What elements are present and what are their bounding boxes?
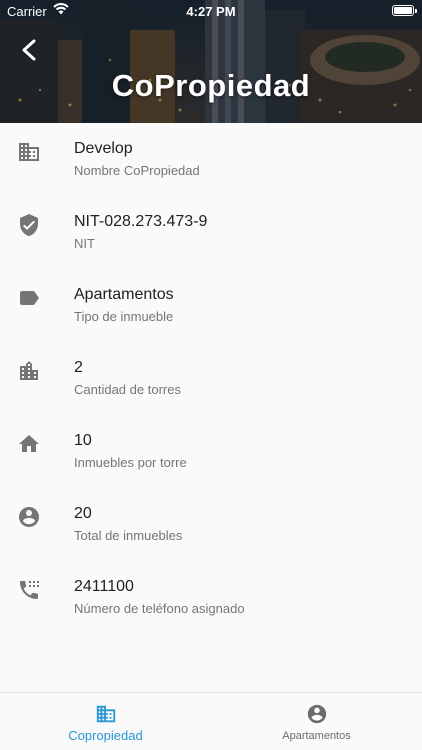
account-circle-icon [307, 704, 327, 724]
detail-row-nombre: Develop Nombre CoPropiedad [0, 123, 422, 196]
detail-value: 10 [74, 432, 92, 449]
business-icon [96, 705, 116, 723]
status-time: 4:27 PM [186, 4, 236, 19]
detail-label: Total de inmuebles [74, 528, 183, 543]
status-bar: Carrier 4:27 PM [0, 0, 422, 22]
detail-label: NIT [74, 236, 95, 251]
detail-label: Número de teléfono asignado [74, 601, 245, 616]
arrow-back-icon [22, 39, 36, 61]
detail-row-tipo: Apartamentos Tipo de inmueble [0, 269, 422, 342]
detail-label: Inmuebles por torre [74, 455, 187, 470]
header-banner: Carrier 4:27 PM CoPropiedad [0, 0, 422, 123]
detail-row-inmuebles-torre: 10 Inmuebles por torre [0, 415, 422, 488]
phone-dial-icon [20, 581, 39, 599]
tab-label: Apartamentos [282, 730, 351, 742]
detail-value: 2 [74, 359, 83, 376]
detail-label: Cantidad de torres [74, 382, 181, 397]
business-icon [19, 143, 39, 161]
detail-value: Develop [74, 140, 133, 157]
home-icon [19, 435, 39, 452]
tab-label: Copropiedad [68, 728, 143, 743]
verified-shield-icon [20, 214, 38, 236]
tab-apartamentos[interactable]: Apartamentos [211, 693, 422, 750]
battery-icon [392, 5, 417, 16]
detail-row-total: 20 Total de inmuebles [0, 488, 422, 561]
bottom-navigation: Copropiedad Apartamentos [0, 692, 422, 750]
detail-label: Tipo de inmueble [74, 309, 174, 324]
detail-value: Apartamentos [74, 286, 174, 303]
tab-copropiedad[interactable]: Copropiedad [0, 693, 211, 750]
location-city-icon [20, 361, 38, 380]
label-tag-icon [20, 291, 39, 305]
detail-row-torres: 2 Cantidad de torres [0, 342, 422, 415]
detail-value: 20 [74, 505, 92, 522]
page-title: CoPropiedad [111, 68, 311, 103]
detail-row-telefono: 2411100 Número de teléfono asignado [0, 561, 422, 634]
detail-value: NIT-028.273.473-9 [74, 213, 208, 230]
detail-label: Nombre CoPropiedad [74, 163, 200, 178]
detail-row-nit: NIT-028.273.473-9 NIT [0, 196, 422, 269]
back-button[interactable] [12, 33, 46, 67]
detail-value: 2411100 [74, 578, 134, 595]
account-circle-icon [19, 507, 39, 527]
